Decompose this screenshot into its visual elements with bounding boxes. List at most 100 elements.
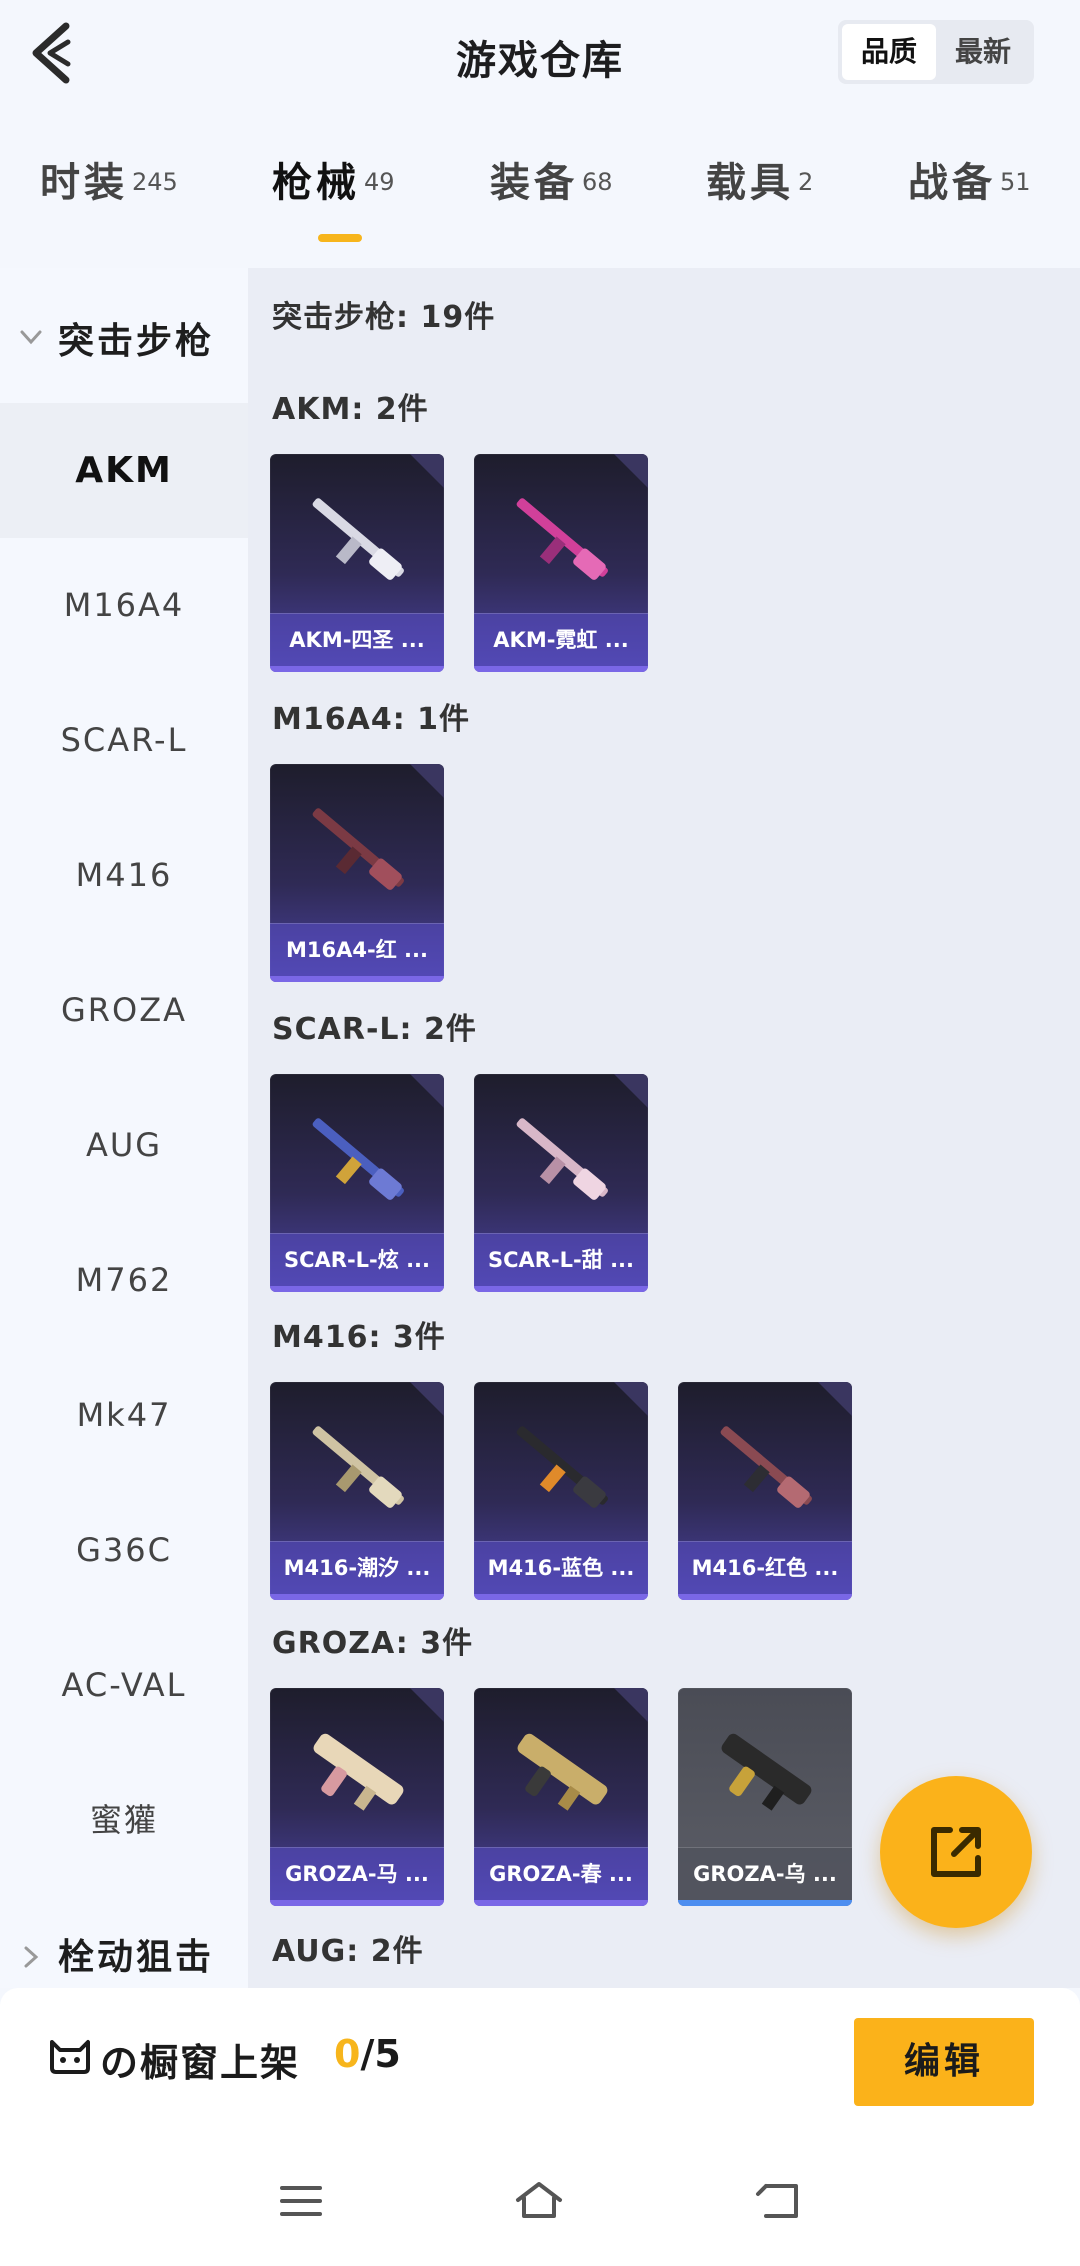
rifle-icon — [312, 808, 404, 890]
showcase-label: の橱窗上架 — [100, 2041, 301, 2085]
sidebar-item-m16a4[interactable]: M16A4 — [0, 538, 248, 673]
card-label: SCAR-L-甜 ... — [474, 1233, 648, 1286]
sidebar: 突击步枪 AKM M16A4 SCAR-L M416 GROZA AUG M76… — [0, 268, 248, 1988]
skin-card[interactable]: M416-红色 ... — [678, 1382, 852, 1600]
rifle-icon — [312, 498, 404, 580]
system-navigation-bar — [0, 2128, 1080, 2266]
rarity-bar — [270, 1594, 444, 1600]
card-label: M416-潮汐 ... — [270, 1541, 444, 1594]
rifle-icon — [721, 1733, 812, 1811]
share-button[interactable] — [880, 1776, 1032, 1928]
rifle-icon — [516, 498, 608, 580]
tab-count: 2 — [798, 167, 814, 196]
edit-button[interactable]: 编辑 — [854, 2018, 1034, 2106]
card-label: AKM-四圣 ... — [270, 613, 444, 666]
menu-icon[interactable] — [276, 2176, 326, 2226]
showcase-count: 0/5 — [334, 2032, 401, 2076]
sidebar-group-assault-rifles[interactable]: 突击步枪 — [0, 268, 248, 398]
rarity-bar — [474, 1594, 648, 1600]
sidebar-group-label: 突击步枪 — [58, 321, 215, 362]
card-label: AKM-霓虹 ... — [474, 613, 648, 666]
card-label: M416-蓝色 ... — [474, 1541, 648, 1594]
sidebar-item-m762[interactable]: M762 — [0, 1213, 248, 1348]
card-label: GROZA-马 ... — [270, 1847, 444, 1900]
sort-newest-button[interactable]: 最新 — [936, 24, 1030, 80]
sidebar-group-label: 栓动狙击 — [58, 1937, 215, 1978]
rarity-bar — [270, 976, 444, 982]
sort-quality-button[interactable]: 品质 — [842, 24, 936, 80]
chevron-down-icon — [20, 330, 42, 345]
tab-label: 载具 — [706, 160, 794, 206]
rarity-bar — [270, 1286, 444, 1292]
sidebar-item-g36c[interactable]: G36C — [0, 1483, 248, 1618]
rarity-bar — [270, 666, 444, 672]
skin-card[interactable]: AKM-霓虹 ... — [474, 454, 648, 672]
active-tab-indicator — [318, 234, 362, 242]
skin-card[interactable]: GROZA-春 ... — [474, 1688, 648, 1906]
rifle-icon — [516, 1426, 608, 1508]
home-icon[interactable] — [514, 2176, 564, 2226]
tab-equipment[interactable]: 装备 68 — [490, 150, 613, 208]
card-label: M416-红色 ... — [678, 1541, 852, 1594]
tab-label: 枪械 — [272, 160, 360, 206]
rarity-bar — [270, 1900, 444, 1906]
section-title: M416: 3件 — [272, 1320, 446, 1355]
rifle-icon — [313, 1733, 404, 1811]
chevron-right-icon — [24, 1946, 39, 1968]
rifle-icon — [312, 1426, 404, 1508]
tab-count: 68 — [582, 167, 613, 196]
rarity-bar — [474, 666, 648, 672]
rifle-icon — [516, 1118, 608, 1200]
card-label: GROZA-乌 ... — [678, 1847, 852, 1900]
rifle-icon — [517, 1733, 608, 1811]
section-title: GROZA: 3件 — [272, 1626, 474, 1661]
sidebar-item-aug[interactable]: AUG — [0, 1078, 248, 1213]
showcase-bar: の橱窗上架 0/5 编辑 — [0, 1988, 1080, 2128]
sidebar-item-akm[interactable]: AKM — [0, 403, 248, 538]
sidebar-item-scar-l[interactable]: SCAR-L — [0, 673, 248, 808]
category-total: 突击步枪: 19件 — [272, 300, 496, 335]
tab-guns[interactable]: 枪械 49 — [272, 150, 395, 208]
skin-card[interactable]: M416-潮汐 ... — [270, 1382, 444, 1600]
sidebar-item-groza[interactable]: GROZA — [0, 943, 248, 1078]
sidebar-item-ac-val[interactable]: AC-VAL — [0, 1618, 248, 1753]
back-icon[interactable] — [752, 2176, 802, 2226]
showcase-current: 0 — [334, 2032, 361, 2076]
skin-card[interactable]: GROZA-乌 ... — [678, 1688, 852, 1906]
tab-count: 245 — [132, 167, 178, 196]
cat-face-icon — [50, 2040, 90, 2074]
header: 游戏仓库 品质 最新 — [0, 0, 1080, 110]
tab-label: 战备 — [908, 160, 996, 206]
tab-label: 装备 — [490, 160, 578, 206]
skin-card[interactable]: SCAR-L-炫 ... — [270, 1074, 444, 1292]
rifle-icon — [312, 1118, 404, 1200]
tab-gear[interactable]: 战备 51 — [908, 150, 1031, 208]
tab-count: 49 — [364, 167, 395, 196]
rifle-icon — [720, 1426, 812, 1508]
card-label: GROZA-春 ... — [474, 1847, 648, 1900]
rarity-bar — [474, 1286, 648, 1292]
tab-fashion[interactable]: 时装 245 — [40, 150, 178, 208]
sidebar-item-mk47[interactable]: Mk47 — [0, 1348, 248, 1483]
sidebar-item-honey-badger[interactable]: 蜜獾 — [0, 1753, 248, 1888]
category-tabs: 时装 245 枪械 49 装备 68 载具 2 战备 51 — [0, 150, 1080, 260]
sort-toggle: 品质 最新 — [838, 20, 1034, 84]
section-title: AKM: 2件 — [272, 392, 429, 427]
skin-card[interactable]: AKM-四圣 ... — [270, 454, 444, 672]
item-grid: 突击步枪: 19件 AKM: 2件 AKM-四圣 ... AKM-霓虹 ... … — [248, 268, 1080, 1988]
section-title: AUG: 2件 — [272, 1934, 424, 1969]
tab-label: 时装 — [40, 160, 128, 206]
tab-count: 51 — [1000, 167, 1031, 196]
skin-card[interactable]: M416-蓝色 ... — [474, 1382, 648, 1600]
skin-card[interactable]: GROZA-马 ... — [270, 1688, 444, 1906]
share-icon — [931, 1827, 981, 1877]
showcase-max: /5 — [360, 2032, 401, 2076]
section-title: SCAR-L: 2件 — [272, 1012, 477, 1047]
rarity-bar — [474, 1900, 648, 1906]
skin-card[interactable]: M16A4-红 ... — [270, 764, 444, 982]
skin-card[interactable]: SCAR-L-甜 ... — [474, 1074, 648, 1292]
sidebar-item-m416[interactable]: M416 — [0, 808, 248, 943]
rarity-bar — [678, 1900, 852, 1906]
card-label: M16A4-红 ... — [270, 923, 444, 976]
tab-vehicles[interactable]: 载具 2 — [706, 150, 813, 208]
